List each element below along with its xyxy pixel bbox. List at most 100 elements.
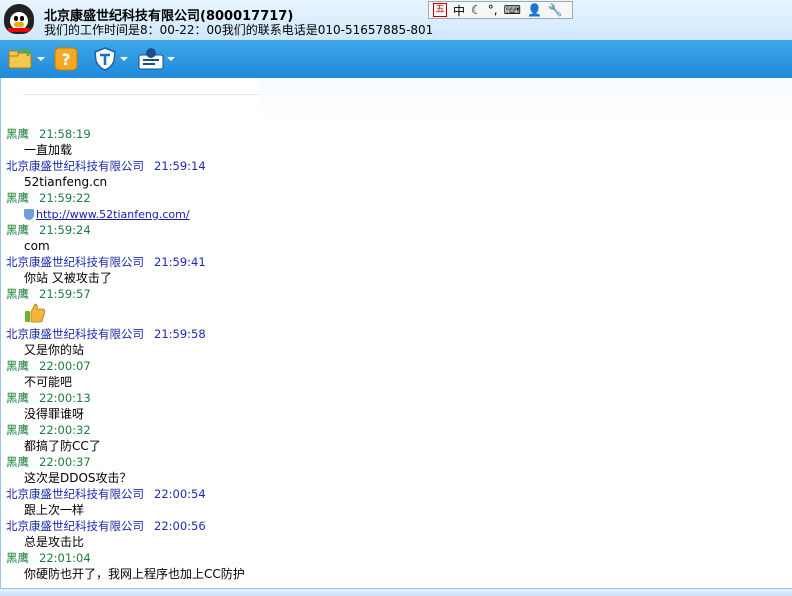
message-item: 黑鹰 22:00:37 这次是DDOS攻击？ <box>1 454 792 486</box>
message-header: 黑鹰 22:00:32 <box>1 422 792 438</box>
message-text: 没得罪谁呀 <box>24 407 85 421</box>
chevron-down-icon[interactable] <box>120 57 128 61</box>
message-item: 北京康盛世纪科技有限公司 21:59:41 你站 又被攻击了 <box>1 254 792 286</box>
qq-penguin-avatar[interactable] <box>4 4 34 34</box>
folder-icon <box>8 48 32 69</box>
message-item: 北京康盛世纪科技有限公司 22:00:56 总是攻击比 <box>1 518 792 550</box>
message-time: 22:00:32 <box>39 423 91 437</box>
message-header: 黑鹰 21:59:57 <box>1 286 792 302</box>
message-time: 21:59:57 <box>39 287 91 301</box>
message-item: 黑鹰 22:00:32 都搞了防CC了 <box>1 422 792 454</box>
message-item: 黑鹰 22:00:07 不可能吧 <box>1 358 792 390</box>
message-header: 北京康盛世纪科技有限公司 22:00:54 <box>1 486 792 502</box>
message-time: 22:00:54 <box>154 487 206 501</box>
message-sender[interactable]: 黑鹰 <box>6 551 29 565</box>
message-sender[interactable]: 黑鹰 <box>6 287 29 301</box>
file-transfer-button[interactable] <box>8 47 45 71</box>
message-sender[interactable]: 黑鹰 <box>6 391 29 405</box>
message-sender[interactable]: 黑鹰 <box>6 191 29 205</box>
message-text: com <box>24 239 50 253</box>
message-time: 21:59:58 <box>154 327 206 341</box>
message-sender[interactable]: 北京康盛世纪科技有限公司 <box>6 255 144 269</box>
message-time: 21:59:41 <box>154 255 206 269</box>
message-body <box>1 302 792 326</box>
message-text: 一直加载 <box>24 143 73 157</box>
title-bar: 北京康盛世纪科技有限公司(800017717) 我们的工作时间是8：00-22：… <box>0 0 792 40</box>
toolbar: ? <box>0 40 792 78</box>
message-item: 黑鹰 21:58:19 一直加载 <box>1 126 792 158</box>
message-text: 你站 又被攻击了 <box>24 271 112 285</box>
input-toolbar <box>0 588 792 596</box>
wrench-icon[interactable]: 🔧 <box>548 3 563 17</box>
message-time: 22:00:13 <box>39 391 91 405</box>
message-header: 北京康盛世纪科技有限公司 21:59:41 <box>1 254 792 270</box>
message-text: 跟上次一样 <box>24 503 85 517</box>
shield-icon <box>94 47 116 71</box>
message-text: 都搞了防CC了 <box>24 439 101 453</box>
message-item: 北京康盛世纪科技有限公司 21:59:58 又是你的站 <box>1 326 792 358</box>
message-text: 52tianfeng.cn <box>24 175 108 189</box>
message-sender[interactable]: 黑鹰 <box>6 455 29 469</box>
message-sender[interactable]: 黑鹰 <box>6 359 29 373</box>
id-card-icon <box>138 48 164 70</box>
punctuation-icon[interactable]: °, <box>488 3 498 17</box>
security-button[interactable] <box>93 47 128 71</box>
message-sender[interactable]: 北京康盛世纪科技有限公司 <box>6 327 144 341</box>
message-item: 北京康盛世纪科技有限公司 21:59:14 52tianfeng.cn <box>1 158 792 190</box>
message-list: 黑鹰 21:58:19 一直加载北京康盛世纪科技有限公司 21:59:14 52tian… <box>1 126 792 582</box>
message-item: 黑鹰 22:01:04 你硬防也开了，我网上程序也加上CC防护 <box>1 550 792 582</box>
message-item: 黑鹰 21:59:22 http://www.52tianfeng.com/ <box>1 190 792 222</box>
chevron-down-icon[interactable] <box>167 57 175 61</box>
message-header: 黑鹰 21:59:22 <box>1 190 792 206</box>
message-sender[interactable]: 黑鹰 <box>6 223 29 237</box>
chevron-down-icon[interactable] <box>37 57 45 61</box>
message-sender[interactable]: 北京康盛世纪科技有限公司 <box>6 487 144 501</box>
message-item: 黑鹰 21:59:24 com <box>1 222 792 254</box>
message-header: 黑鹰 22:01:04 <box>1 550 792 566</box>
question-icon: ? <box>54 47 78 71</box>
ime-mode-icon[interactable]: 五 <box>433 3 447 17</box>
message-time: 22:00:07 <box>39 359 91 373</box>
message-text: 这次是DDOS攻击？ <box>24 471 132 485</box>
message-text: 总是攻击比 <box>24 535 85 549</box>
chat-history-panel[interactable]: 黑鹰 21:58:19 一直加载北京康盛世纪科技有限公司 21:59:14 52tian… <box>0 78 792 588</box>
message-header: 黑鹰 21:58:19 <box>1 126 792 142</box>
message-sender[interactable]: 黑鹰 <box>6 127 29 141</box>
safe-link-icon <box>24 209 34 220</box>
message-item: 黑鹰 22:00:13 没得罪谁呀 <box>1 390 792 422</box>
message-header: 北京康盛世纪科技有限公司 21:59:58 <box>1 326 792 342</box>
message-time: 21:59:14 <box>154 159 206 173</box>
message-time: 21:59:24 <box>39 223 91 237</box>
message-header: 北京康盛世纪科技有限公司 22:00:56 <box>1 518 792 534</box>
message-item: 黑鹰 21:59:57 <box>1 286 792 326</box>
chat-top-strip <box>259 78 792 126</box>
help-button[interactable]: ? <box>54 47 78 71</box>
message-link[interactable]: http://www.52tianfeng.com/ <box>36 208 190 221</box>
message-item: 北京康盛世纪科技有限公司 22:00:54 跟上次一样 <box>1 486 792 518</box>
message-header: 黑鹰 21:59:24 <box>1 222 792 238</box>
message-sender[interactable]: 北京康盛世纪科技有限公司 <box>6 519 144 533</box>
message-header: 黑鹰 22:00:37 <box>1 454 792 470</box>
user-icon[interactable]: 👤 <box>527 3 542 17</box>
keyboard-icon[interactable]: ⌨ <box>504 3 521 17</box>
contact-info-button[interactable] <box>138 47 175 71</box>
previous-content-box <box>23 78 259 126</box>
message-header: 北京康盛世纪科技有限公司 21:59:14 <box>1 158 792 174</box>
message-time: 22:00:56 <box>154 519 206 533</box>
message-text: 不可能吧 <box>24 375 73 389</box>
ime-lang-toggle[interactable]: 中 <box>453 2 465 19</box>
moon-icon[interactable]: ☾ <box>471 3 482 17</box>
ime-status-bar[interactable]: 五 中 ☾ °, ⌨ 👤 🔧 <box>428 1 573 19</box>
message-time: 22:00:37 <box>39 455 91 469</box>
message-text: 你硬防也开了，我网上程序也加上CC防护 <box>24 567 245 581</box>
chat-subtitle: 我们的工作时间是8：00-22：00我们的联系电话是010-51657885-8… <box>44 23 434 37</box>
message-body: http://www.52tianfeng.com/ <box>1 206 792 222</box>
svg-text:?: ? <box>61 50 70 69</box>
message-time: 22:01:04 <box>39 551 91 565</box>
thumbs-up-icon <box>25 303 46 323</box>
message-sender[interactable]: 北京康盛世纪科技有限公司 <box>6 159 144 173</box>
message-time: 21:58:19 <box>39 127 91 141</box>
message-time: 21:59:22 <box>39 191 91 205</box>
message-sender[interactable]: 黑鹰 <box>6 423 29 437</box>
message-text: 又是你的站 <box>24 343 85 357</box>
